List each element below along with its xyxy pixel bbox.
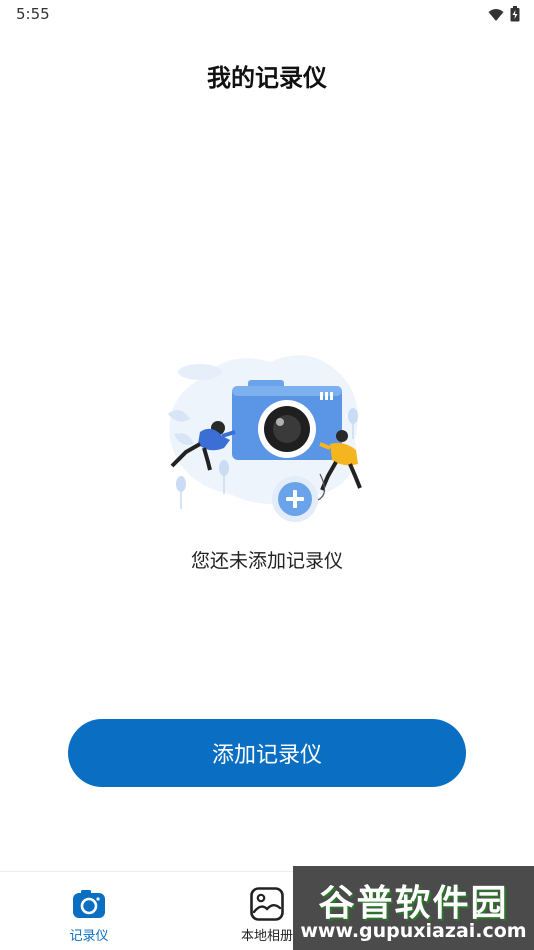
watermark-logo: 谷普软件园 <box>318 883 509 924</box>
camera-icon <box>71 886 107 922</box>
app-screen: 5:55 我的记录仪 您还未添加记录仪 添加记录仪 记录仪 本地相册 谷普软件园… <box>0 0 534 950</box>
camera-illustration <box>160 344 370 529</box>
add-recorder-button-label: 添加记录仪 <box>211 743 322 768</box>
gallery-icon <box>249 886 285 922</box>
empty-state-message: 您还未添加记录仪 <box>190 550 343 572</box>
add-recorder-button[interactable]: 添加记录仪 <box>68 719 466 787</box>
watermark-url: www.gupuxiazai.com <box>300 920 527 942</box>
status-time: 5:55 <box>16 5 50 23</box>
status-icons <box>488 6 520 26</box>
page-title: 我的记录仪 <box>207 64 327 92</box>
battery-charging-icon <box>510 6 520 26</box>
watermark: 谷普软件园 www.gupuxiazai.com <box>293 866 534 950</box>
nav-label-recorder: 记录仪 <box>69 929 109 944</box>
nav-item-recorder[interactable]: 记录仪 <box>29 872 149 950</box>
status-bar: 5:55 <box>0 0 534 28</box>
wifi-icon <box>488 7 504 26</box>
